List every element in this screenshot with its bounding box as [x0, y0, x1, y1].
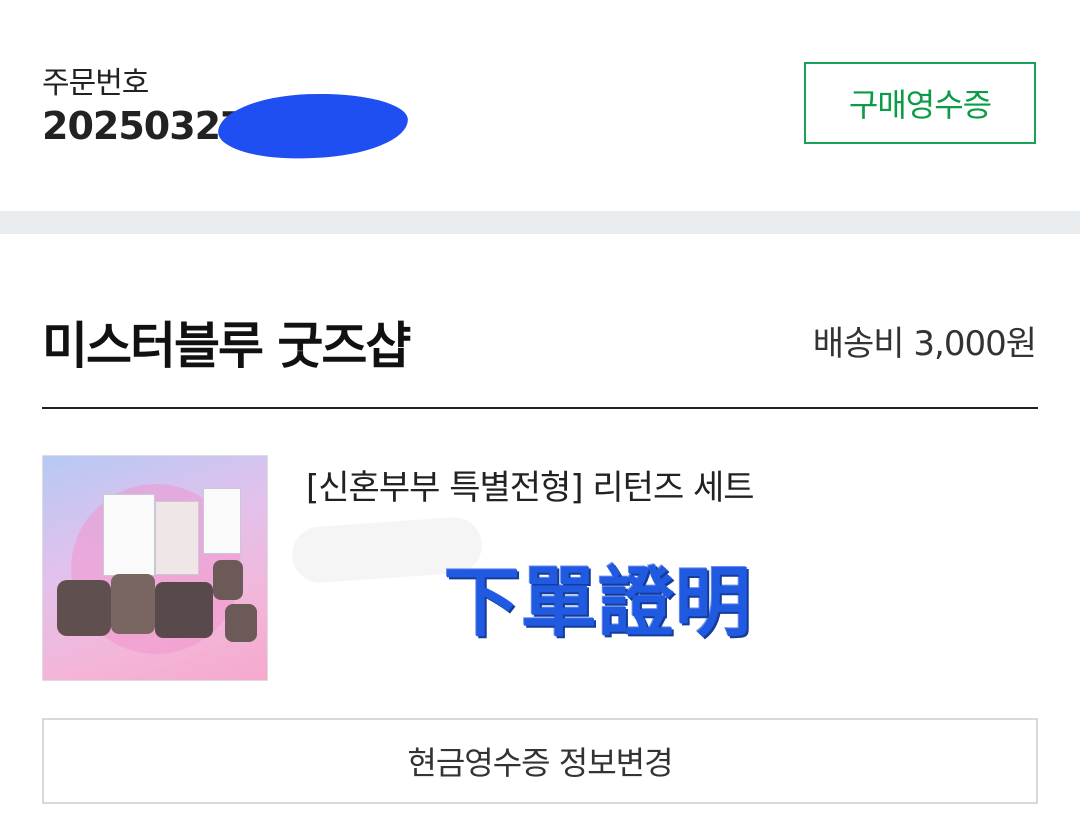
product-name[interactable]: [신혼부부 특별전형] 리턴즈 세트 [306, 460, 755, 509]
thumbnail-character [213, 560, 243, 600]
thumbnail-character [225, 604, 257, 642]
thumbnail-character [155, 582, 213, 638]
thumbnail-character [111, 574, 155, 634]
order-proof-stamp: 下單證明 [444, 558, 752, 647]
shop-name: 미스터블루 굿즈샵 [42, 317, 411, 375]
thumbnail-character [57, 580, 111, 636]
redaction-mark [216, 90, 410, 162]
order-number: 20250327 [42, 104, 247, 148]
order-label: 주문번호 [42, 66, 149, 101]
shipping-fee: 배송비 3,000원 [812, 324, 1037, 364]
thumbnail-card [155, 501, 199, 575]
cash-receipt-change-button[interactable]: 현금영수증 정보변경 [42, 718, 1038, 804]
product-thumbnail[interactable] [42, 455, 268, 681]
purchase-receipt-button[interactable]: 구매영수증 [804, 62, 1036, 144]
thumbnail-card [103, 494, 155, 576]
shop-divider [42, 407, 1038, 409]
thumbnail-card [203, 488, 241, 554]
section-divider [0, 211, 1080, 234]
